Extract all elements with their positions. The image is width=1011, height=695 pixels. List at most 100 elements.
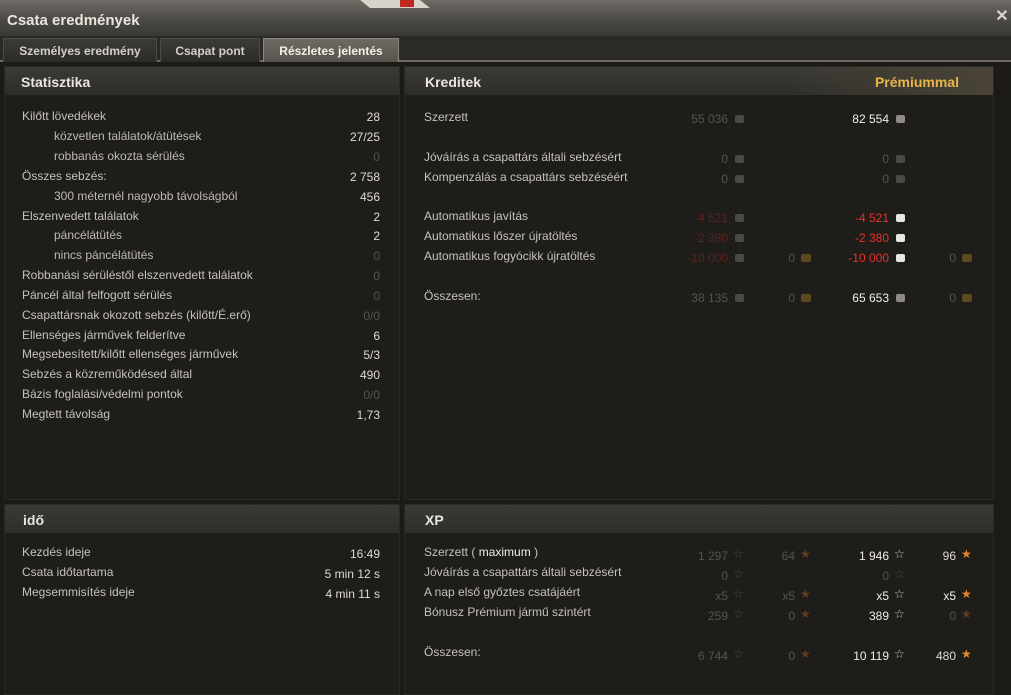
- stat-label: nincs páncélátütés: [54, 248, 154, 262]
- credit-icon: [735, 254, 744, 262]
- stat-label: robbanás okozta sérülés: [54, 149, 185, 163]
- xp-panel: XP Szerzett ( maximum ) 1 297 ☆ 64 ★ 1 9…: [404, 504, 994, 695]
- free-xp-base-value: 0: [788, 609, 795, 623]
- xp-base-value: x5: [715, 589, 728, 603]
- stat-label: Kilőtt lövedékek: [22, 109, 107, 123]
- stat-value: 2 758: [349, 170, 380, 184]
- credit-icon: [735, 175, 744, 183]
- tab-team-score[interactable]: Csapat pont: [160, 38, 260, 62]
- tab-personal-result[interactable]: Személyes eredmény: [3, 38, 157, 62]
- xp-star-icon: ☆: [733, 587, 744, 601]
- premium-label: Prémiummal: [874, 74, 959, 90]
- gold-premium-total: 0: [949, 291, 956, 305]
- credit-icon: [735, 115, 744, 123]
- credit-premium-value: 0: [882, 152, 889, 166]
- xp-total-label: Összesen:: [424, 645, 481, 659]
- stat-value: 456: [359, 190, 380, 204]
- credit-premium-value: 0: [882, 172, 889, 186]
- credit-premium-value: -2 380: [854, 231, 889, 245]
- free-xp-star-icon: ★: [961, 547, 972, 561]
- battle-results-window: Csata eredmények ✕ Személyes eredmény Cs…: [0, 0, 1011, 695]
- credit-base-value: -2 380: [693, 231, 728, 245]
- time-label: Megsemmisítés ideje: [22, 585, 135, 599]
- credit-label: Automatikus lőszer újratöltés: [424, 229, 578, 243]
- time-value: 4 min 11 s: [325, 587, 380, 601]
- credit-label: Kompenzálás a csapattárs sebzéséért: [424, 170, 628, 184]
- credit-premium-value: -4 521: [854, 211, 889, 225]
- xp-earned-suffix: ): [534, 545, 539, 559]
- close-icon[interactable]: ✕: [995, 9, 1009, 25]
- xp-base-value: 259: [707, 609, 728, 623]
- gold-premium-value: 0: [949, 251, 956, 265]
- gold-base-value: 0: [788, 251, 795, 265]
- credit-label: Automatikus fogyócikk újratöltés: [424, 249, 596, 263]
- stat-value: 2: [373, 229, 380, 243]
- xp-star-icon: ☆: [733, 567, 744, 581]
- gold-icon: [962, 294, 972, 302]
- free-xp-premium-total: 480: [935, 649, 956, 663]
- time-label: Kezdés ideje: [22, 545, 91, 559]
- time-value: 16:49: [349, 547, 380, 561]
- credit-base-value: 55 036: [691, 112, 728, 126]
- credit-base-value: -10 000: [687, 251, 728, 265]
- time-header: idő: [5, 505, 399, 533]
- free-xp-base-value: 64: [781, 549, 795, 563]
- stat-label: Megtett távolság: [22, 407, 111, 421]
- statistics-title: Statisztika: [21, 74, 91, 90]
- xp-title: XP: [425, 512, 444, 528]
- credits-header: Kreditek Prémiummal: [405, 67, 993, 95]
- stat-value: 0/0: [363, 309, 380, 323]
- statistics-header: Statisztika: [5, 67, 399, 95]
- free-xp-star-icon: ★: [961, 587, 972, 601]
- stat-label: Páncél által felfogott sérülés: [22, 288, 173, 302]
- tab-bar: Személyes eredmény Csapat pont Részletes…: [0, 36, 1011, 62]
- xp-star-icon: ☆: [733, 607, 744, 621]
- credit-premium-value: 82 554: [852, 112, 889, 126]
- stat-value: 490: [359, 368, 380, 382]
- credit-label: Jóváírás a csapattárs általi sebzésért: [424, 150, 622, 164]
- xp-star-icon: ☆: [894, 587, 905, 601]
- credit-label: Szerzett: [424, 110, 469, 124]
- credits-title: Kreditek: [425, 74, 482, 90]
- time-panel: idő Kezdés ideje 16:49 Csata időtartama …: [4, 504, 400, 695]
- free-xp-star-icon: ★: [961, 607, 972, 621]
- xp-star-icon: ☆: [894, 607, 905, 621]
- stat-label: Bázis foglalási/védelmi pontok: [22, 387, 183, 401]
- credit-icon: [896, 214, 905, 222]
- stat-label: Ellenséges járművek felderítve: [22, 328, 186, 342]
- free-xp-star-icon: ★: [961, 647, 972, 661]
- credit-premium-value: -10 000: [848, 251, 889, 265]
- stat-label: közvetlen találatok/átütések: [54, 129, 202, 143]
- xp-base-total: 6 744: [697, 649, 728, 663]
- credit-total-label: Összesen:: [424, 289, 481, 303]
- xp-premium-value: x5: [876, 589, 889, 603]
- xp-label: A nap első győztes csatájáért: [424, 585, 581, 599]
- background-scene-decoration: [360, 0, 430, 8]
- xp-header: XP: [405, 505, 993, 533]
- stat-value: 2: [373, 210, 380, 224]
- xp-maximum-label: maximum: [478, 545, 531, 559]
- credit-icon: [735, 214, 744, 222]
- xp-base-value: 0: [721, 569, 728, 583]
- xp-premium-value: 0: [882, 569, 889, 583]
- xp-premium-total: 10 119: [853, 649, 889, 663]
- time-title: idő: [23, 512, 44, 528]
- time-value: 5 min 12 s: [324, 567, 380, 581]
- xp-star-icon: ☆: [894, 567, 905, 581]
- credit-icon: [896, 294, 905, 302]
- stat-value: 0: [373, 150, 380, 164]
- credit-base-value: 0: [721, 172, 728, 186]
- stat-label: Megsebesített/kilőtt ellenséges járművek: [22, 347, 239, 361]
- xp-star-icon: ☆: [894, 647, 905, 661]
- credit-base-total: 38 135: [691, 291, 728, 305]
- credits-panel: Kreditek Prémiummal Szerzett 55 036 82 5…: [404, 66, 994, 500]
- title-bar: Csata eredmények ✕: [0, 0, 1011, 36]
- stat-label: 300 méternél nagyobb távolságból: [54, 189, 238, 203]
- xp-star-icon: ☆: [733, 647, 744, 661]
- tab-detailed-report[interactable]: Részletes jelentés: [263, 38, 399, 62]
- xp-premium-value: 1 946: [858, 549, 889, 563]
- credit-icon: [896, 115, 905, 123]
- free-xp-premium-value: 96: [942, 549, 956, 563]
- credit-icon: [896, 254, 905, 262]
- credit-premium-total: 65 653: [852, 291, 889, 305]
